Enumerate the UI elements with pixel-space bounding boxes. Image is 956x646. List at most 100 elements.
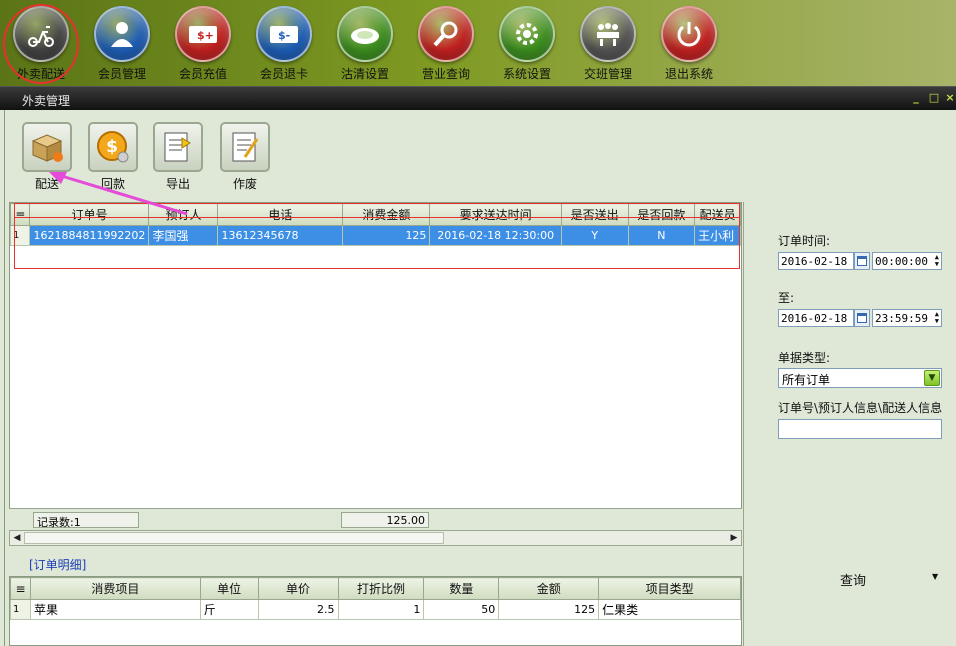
to-calendar-icon[interactable] xyxy=(854,309,870,327)
chevron-down-icon[interactable]: ▼ xyxy=(924,370,940,386)
from-calendar-icon[interactable] xyxy=(854,252,870,270)
col-item-type[interactable]: 项目类型 xyxy=(598,577,741,600)
void-label: 作废 xyxy=(232,177,257,191)
col-courier[interactable]: 配送员 xyxy=(694,203,741,226)
col-item[interactable]: 消费项目 xyxy=(29,577,201,600)
scroll-left-icon[interactable]: ◀ xyxy=(10,531,24,545)
nav-item-gear[interactable]: 系统设置 xyxy=(488,6,566,86)
col-unit[interactable]: 单位 xyxy=(199,577,259,600)
scroll-right-icon[interactable]: ▶ xyxy=(727,531,741,545)
cell-order-no: 1621884811992202 xyxy=(29,225,150,246)
nav-label: 外卖配送 xyxy=(16,67,65,81)
nav-label: 会员充值 xyxy=(178,67,227,81)
nav-label: 系统设置 xyxy=(502,67,551,81)
window-title-bar: 外卖管理 _ □ × xyxy=(0,86,956,110)
query-button[interactable]: 查询 xyxy=(840,570,866,589)
nav-item-magnifier[interactable]: 营业查询 xyxy=(407,6,485,86)
gear-icon xyxy=(499,6,555,62)
svg-text:$-: $- xyxy=(278,29,290,42)
void-button[interactable]: 作废 xyxy=(219,122,271,192)
nav-label: 会员退卡 xyxy=(259,67,308,81)
orders-grid: ≡ 订单号 预订人 电话 消费金额 要求送达时间 是否送出 是否回款 配送员 1… xyxy=(9,202,742,530)
close-button[interactable]: × xyxy=(944,91,956,105)
orders-table: ≡ 订单号 预订人 电话 消费金额 要求送达时间 是否送出 是否回款 配送员 1… xyxy=(9,203,741,246)
col-sent[interactable]: 是否送出 xyxy=(560,203,629,226)
to-time-input[interactable]: 23:59:59 ▲ ▼ xyxy=(872,309,942,327)
col-paid[interactable]: 是否回款 xyxy=(627,203,696,226)
col-customer[interactable]: 预订人 xyxy=(148,203,219,226)
spinner-icon[interactable]: ▲ ▼ xyxy=(935,254,939,268)
cell-unit: 斤 xyxy=(199,599,259,620)
search-input[interactable] xyxy=(778,419,942,439)
void-icon xyxy=(232,132,259,162)
col-qty[interactable]: 数量 xyxy=(423,577,500,600)
col-deliver-time[interactable]: 要求送达时间 xyxy=(429,203,562,226)
row-number: 1 xyxy=(10,599,31,620)
select-all-cell[interactable]: ≡ xyxy=(9,203,31,226)
main-panel: 配送 $ 回款 导出 作废 ≡ 订单号 预订人 电话 消费金额 要求送达时间 是… xyxy=(4,110,956,646)
orders-header-row: ≡ 订单号 预订人 电话 消费金额 要求送达时间 是否送出 是否回款 配送员 xyxy=(9,203,741,226)
cell-phone: 13612345678 xyxy=(217,225,344,246)
deliver-label: 配送 xyxy=(34,177,59,191)
total-amount: 125.00 xyxy=(341,512,429,528)
from-time-input[interactable]: 00:00:00 ▲ ▼ xyxy=(872,252,942,270)
nav-item-scooter[interactable]: 外卖配送 xyxy=(2,6,80,86)
cell-item-type: 仁果类 xyxy=(598,599,741,620)
doc-type-value: 所有订单 xyxy=(782,373,831,387)
plate-icon xyxy=(337,6,393,62)
top-nav-bar: 外卖配送 会员管理 $+ 会员充值 $- 会员退卡 沽清设置 营业查询 系统设置 交班管理 退出系统 xyxy=(0,0,956,86)
window-title: 外卖管理 xyxy=(22,94,71,108)
box-icon xyxy=(31,134,63,162)
cell-deliver-time: 2016-02-18 12:30:00 xyxy=(429,225,562,246)
cell-qty: 50 xyxy=(423,599,500,620)
caret-down-icon[interactable]: ▼ xyxy=(932,572,938,581)
cell-courier: 王小利 xyxy=(694,225,741,246)
detail-select-cell[interactable]: ≡ xyxy=(10,577,31,600)
col-discount[interactable]: 打折比例 xyxy=(337,577,425,600)
payback-button[interactable]: $ 回款 xyxy=(87,122,139,192)
filter-panel: 订单时间: 2016-02-18 00:00:00 ▲ ▼ 至: 2016-02-… xyxy=(743,202,956,646)
from-date-input[interactable]: 2016-02-18 xyxy=(778,252,854,270)
col-amount[interactable]: 消费金额 xyxy=(342,203,431,226)
to-time-value: 23:59:59 xyxy=(875,312,928,325)
nav-item-card-plus[interactable]: $+ 会员充值 xyxy=(164,6,242,86)
export-button[interactable]: 导出 xyxy=(152,122,204,192)
cell-sent: Y xyxy=(560,225,629,246)
to-label: 至: xyxy=(778,291,795,305)
meeting-icon xyxy=(580,6,636,62)
svg-text:$: $ xyxy=(106,137,118,157)
nav-label: 营业查询 xyxy=(421,67,470,81)
detail-grid: ≡ 消费项目 单位 单价 打折比例 数量 金额 项目类型 1 苹果 斤 2.5 … xyxy=(9,576,742,646)
table-row[interactable]: 1 苹果 斤 2.5 1 50 125 仁果类 xyxy=(10,599,741,620)
col-order-no[interactable]: 订单号 xyxy=(29,203,150,226)
col-price[interactable]: 单价 xyxy=(257,577,339,600)
deliver-button[interactable]: 配送 xyxy=(21,122,73,192)
spinner-icon[interactable]: ▲ ▼ xyxy=(935,311,939,325)
record-count: 记录数:1 xyxy=(33,512,139,529)
table-row[interactable]: 1 1621884811992202 李国强 13612345678 125 2… xyxy=(9,225,741,246)
export-icon xyxy=(164,132,191,162)
scroll-thumb[interactable] xyxy=(24,532,444,544)
nav-item-person[interactable]: 会员管理 xyxy=(83,6,161,86)
card-plus-icon: $+ xyxy=(175,6,231,62)
col-detail-amount[interactable]: 金额 xyxy=(498,577,600,600)
nav-item-power[interactable]: 退出系统 xyxy=(650,6,728,86)
doc-type-select[interactable]: 所有订单 ▼ xyxy=(778,368,942,388)
payback-label: 回款 xyxy=(100,177,125,191)
maximize-button[interactable]: □ xyxy=(928,91,940,105)
orders-summary-bar: 记录数:1 125.00 xyxy=(9,508,742,530)
scooter-icon xyxy=(13,6,69,62)
nav-label: 沽清设置 xyxy=(340,67,389,81)
nav-item-meeting[interactable]: 交班管理 xyxy=(569,6,647,86)
cell-detail-amount: 125 xyxy=(498,599,600,620)
col-phone[interactable]: 电话 xyxy=(217,203,344,226)
person-icon xyxy=(94,6,150,62)
to-date-input[interactable]: 2016-02-18 xyxy=(778,309,854,327)
from-time-value: 00:00:00 xyxy=(875,255,928,268)
orders-hscrollbar[interactable]: ◀ ▶ xyxy=(9,530,742,546)
cell-discount: 1 xyxy=(337,599,425,620)
minimize-button[interactable]: _ xyxy=(910,91,922,105)
nav-item-plate[interactable]: 沽清设置 xyxy=(326,6,404,86)
nav-item-card-minus[interactable]: $- 会员退卡 xyxy=(245,6,323,86)
magnifier-icon xyxy=(418,6,474,62)
